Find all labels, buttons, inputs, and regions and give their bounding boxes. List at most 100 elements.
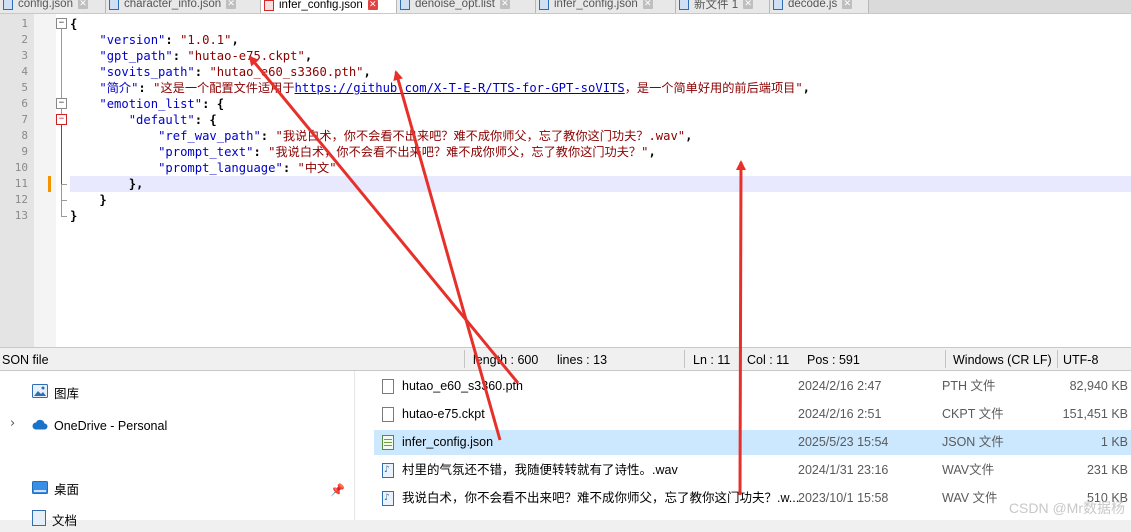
code-line: } xyxy=(70,208,77,224)
status-file-type: SON file xyxy=(2,353,49,367)
tab-character-info[interactable]: character_info.json ✕ xyxy=(106,0,261,13)
code-line: "sovits_path": "hutao_e60_s3360.pth", xyxy=(99,65,371,79)
status-lines: lines : 13 xyxy=(557,353,608,367)
desktop-icon xyxy=(32,480,48,500)
code-line: "prompt_text": "我说白术，你不会看不出来吧？难不成你师父，忘了教… xyxy=(158,145,656,159)
fold-end-marker xyxy=(61,200,67,201)
file-icon xyxy=(3,0,13,10)
brace: }, xyxy=(128,177,144,191)
line-number: 7 xyxy=(21,113,28,126)
status-divider xyxy=(1057,350,1058,368)
tab-decode-js[interactable]: decode.js ✕ xyxy=(770,0,869,13)
json-value: "我说白术，你不会看不出来吧？难不成你师父，忘了教你这门功夫？" xyxy=(268,145,649,159)
close-icon[interactable]: ✕ xyxy=(642,0,653,9)
file-name: 村里的气氛还不错，我随便转转就有了诗性。.wav xyxy=(402,463,678,477)
json-key: "简介" xyxy=(99,81,139,95)
file-name: hutao-e75.ckpt xyxy=(402,407,485,421)
file-date: 2023/10/1 15:58 xyxy=(798,491,889,505)
file-icon xyxy=(679,0,689,10)
status-bar: SON file length : 600 lines : 13 Ln : 11… xyxy=(0,347,1131,371)
pane-divider[interactable] xyxy=(354,371,355,520)
status-encoding[interactable]: UTF-8 xyxy=(1063,348,1098,370)
fold-guide xyxy=(61,125,62,184)
json-value: "hutao_e60_s3360.pth" xyxy=(209,65,364,79)
json-value: "中文" xyxy=(297,161,337,175)
fold-margin xyxy=(34,14,56,347)
json-value: "1.0.1" xyxy=(180,33,232,47)
json-key: "prompt_text" xyxy=(158,145,254,159)
watermark: CSDN @Mr数据杨 xyxy=(1008,500,1125,516)
json-key: "prompt_language" xyxy=(158,161,283,175)
status-length: length : 600 xyxy=(473,353,539,367)
status-line-number: Ln : 11 xyxy=(693,353,731,367)
line-number: 10 xyxy=(14,161,28,174)
file-date: 2025/5/23 15:54 xyxy=(798,435,889,449)
close-icon[interactable]: ✕ xyxy=(743,0,754,9)
json-value: ，是一个简单好用的前后端项目" xyxy=(624,81,803,95)
current-line-highlight xyxy=(70,176,1131,192)
tab-label: infer_config.json xyxy=(279,0,363,11)
file-row-selected[interactable]: infer_config.json 2025/5/23 15:54 JSON 文… xyxy=(374,430,1131,455)
line-number: 6 xyxy=(21,97,28,110)
fold-toggle-icon[interactable]: − xyxy=(56,18,67,29)
url-link[interactable]: https://github.com/X-T-E-R/TTS-for-GPT-s… xyxy=(295,81,625,95)
file-row[interactable]: hutao-e75.ckpt 2024/2/16 2:51 CKPT 文件 15… xyxy=(374,402,1131,427)
status-divider xyxy=(464,350,465,368)
brace: } xyxy=(99,193,107,207)
close-icon[interactable]: ✕ xyxy=(499,0,510,9)
file-date: 2024/2/16 2:47 xyxy=(798,379,882,393)
nav-item-label: OneDrive - Personal xyxy=(54,419,168,433)
tab-label: decode.js xyxy=(788,0,838,10)
json-value: "我说白术，你不会看不出来吧？难不成你师父，忘了教你这门功夫？.wav" xyxy=(275,129,686,143)
status-eol[interactable]: Windows (CR LF) xyxy=(953,348,1052,370)
audio-file-icon xyxy=(382,486,394,511)
nav-item-label: 图库 xyxy=(54,387,80,401)
file-row[interactable]: 村里的气氛还不错，我随便转转就有了诗性。.wav 2024/1/31 23:16… xyxy=(374,458,1131,483)
nav-item-desktop[interactable]: 桌面 xyxy=(32,480,79,500)
fold-toggle-icon[interactable]: − xyxy=(56,114,67,125)
close-icon[interactable]: ✕ xyxy=(842,0,853,9)
nav-item-gallery[interactable]: 图库 xyxy=(32,384,79,404)
json-key: "default" xyxy=(128,113,195,127)
tab-label: config.json xyxy=(18,0,73,10)
change-marker xyxy=(48,176,51,192)
file-row[interactable]: hutao_e60_s3360.pth 2024/2/16 2:47 PTH 文… xyxy=(374,374,1131,399)
code-line: { xyxy=(70,16,77,32)
line-number: 1 xyxy=(21,17,28,30)
line-number: 8 xyxy=(21,129,28,142)
file-size: 82,940 KB xyxy=(1069,379,1128,393)
file-icon xyxy=(382,407,394,422)
code-editor[interactable]: 1 2 3 4 5 6 7 8 9 10 11 12 13 − − − { "v… xyxy=(0,14,1131,347)
code-line: "emotion_list": { xyxy=(99,97,225,111)
status-divider xyxy=(684,350,685,368)
tab-new-file-1[interactable]: 新文件 1 ✕ xyxy=(676,0,770,13)
nav-item-documents[interactable]: 文档 xyxy=(32,510,77,531)
code-line: "version": "1.0.1", xyxy=(99,33,239,47)
tab-infer-config-active[interactable]: infer_config.json ✕ xyxy=(261,0,397,13)
tab-infer-config-2[interactable]: infer_config.json ✕ xyxy=(536,0,676,13)
cloud-icon xyxy=(32,416,48,436)
nav-item-onedrive[interactable]: OneDrive - Personal xyxy=(32,416,167,436)
chevron-right-icon[interactable]: › xyxy=(10,416,15,431)
line-number: 12 xyxy=(14,193,28,206)
close-icon[interactable]: ✕ xyxy=(367,0,378,10)
file-name: infer_config.json xyxy=(402,435,494,449)
file-icon xyxy=(382,379,394,394)
file-date: 2024/1/31 23:16 xyxy=(798,463,889,477)
json-key: "emotion_list" xyxy=(99,97,203,111)
file-explorer: 图库 › OneDrive - Personal 桌面 📌 文档 hutao_e… xyxy=(0,371,1131,528)
gallery-icon xyxy=(32,384,48,404)
close-icon[interactable]: ✕ xyxy=(226,0,237,9)
tab-config-json[interactable]: config.json ✕ xyxy=(0,0,106,13)
status-position: Pos : 591 xyxy=(807,353,860,367)
brace: } xyxy=(70,209,78,223)
tab-denoise-opt[interactable]: denoise_opt.list ✕ xyxy=(397,0,536,13)
tab-label: character_info.json xyxy=(124,0,222,10)
code-line: "default": { xyxy=(128,113,217,127)
file-type: WAV 文件 xyxy=(942,491,998,505)
fold-toggle-icon[interactable]: − xyxy=(56,98,67,109)
pin-icon[interactable]: 📌 xyxy=(330,483,345,497)
code-line: "ref_wav_path": "我说白术，你不会看不出来吧？难不成你师父，忘了… xyxy=(158,129,693,143)
fold-end-marker xyxy=(61,216,67,217)
close-icon[interactable]: ✕ xyxy=(77,0,88,9)
